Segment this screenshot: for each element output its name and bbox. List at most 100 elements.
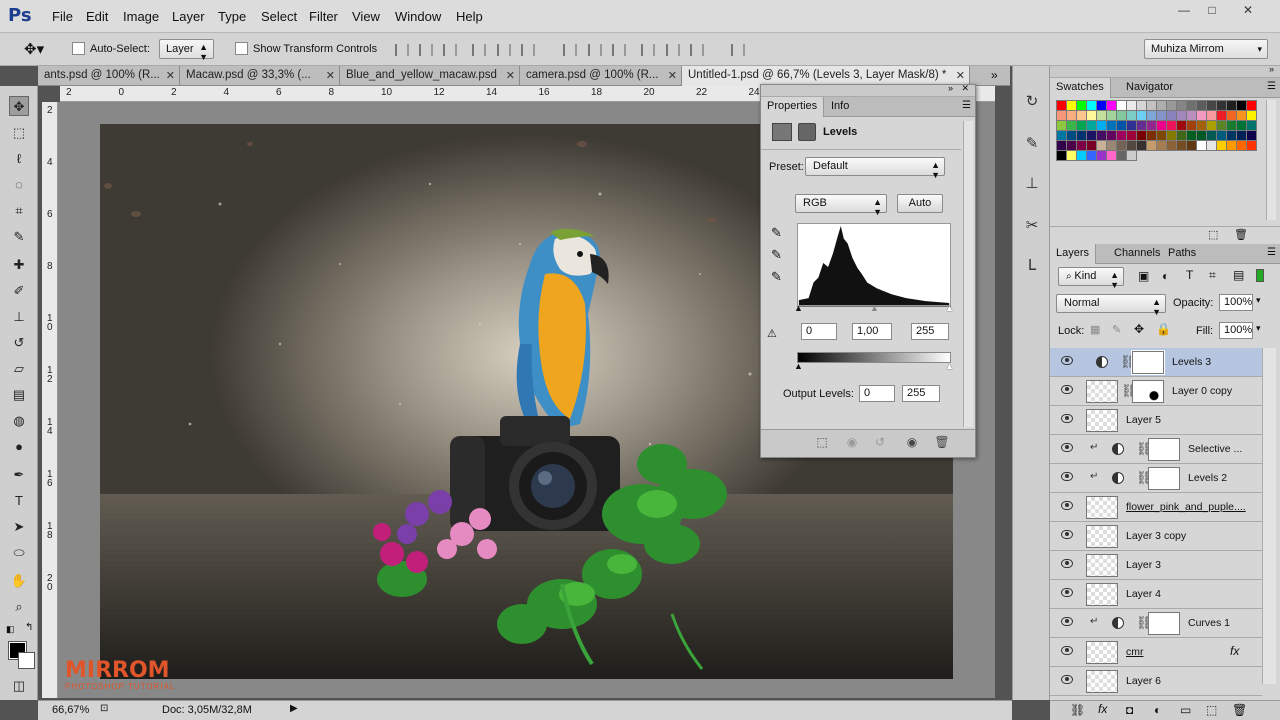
black-output-slider[interactable]: ▲ bbox=[794, 361, 803, 371]
layer-name[interactable]: Layer 0 copy bbox=[1172, 385, 1255, 397]
menu-filter[interactable]: Filter bbox=[309, 9, 338, 24]
layers-scrollbar[interactable] bbox=[1262, 348, 1276, 684]
type-tool-icon[interactable]: T bbox=[9, 491, 29, 511]
tab-properties[interactable]: Properties bbox=[761, 97, 825, 117]
visibility-eye-icon[interactable] bbox=[1061, 501, 1073, 510]
tab-macaw[interactable]: Macaw.psd @ 33,3% (... ✕ bbox=[180, 66, 340, 86]
layer-name[interactable]: Layer 3 copy bbox=[1126, 530, 1255, 542]
move-tool-preset-icon[interactable]: ✥▾ bbox=[24, 40, 44, 58]
adjustment-layer-icon[interactable] bbox=[1096, 356, 1108, 368]
filter-smart-object-icon[interactable]: ▤ bbox=[1233, 268, 1244, 282]
filter-shape-icon[interactable]: ⌗ bbox=[1209, 268, 1216, 283]
path-selection-tool-icon[interactable]: ➤ bbox=[9, 517, 29, 537]
lock-all-icon[interactable]: 🔒 bbox=[1156, 322, 1171, 336]
visibility-icon[interactable]: ◉ bbox=[903, 435, 921, 451]
link-layers-icon[interactable]: ⛓ bbox=[1070, 703, 1085, 717]
fill-arrow-icon[interactable]: ▾ bbox=[1256, 323, 1261, 334]
layer-thumbnail[interactable] bbox=[1086, 554, 1118, 577]
tabs-overflow-icon[interactable]: » bbox=[991, 68, 998, 82]
layer-row[interactable]: ⛓ Levels 3 bbox=[1050, 348, 1262, 377]
swatches-scrollbar[interactable] bbox=[1266, 100, 1276, 220]
menu-layer[interactable]: Layer bbox=[172, 9, 205, 24]
eyedropper-tool-icon[interactable]: ✎ bbox=[9, 227, 29, 247]
close-icon[interactable]: ✕ bbox=[166, 69, 175, 82]
status-info-icon[interactable]: ⊡ bbox=[100, 703, 108, 714]
tab-info[interactable]: Info bbox=[825, 97, 855, 117]
distribute-vcenter-icon[interactable] bbox=[588, 44, 602, 56]
lock-pixels-icon[interactable]: ✎ bbox=[1112, 323, 1121, 336]
background-color-swatch[interactable] bbox=[18, 652, 35, 669]
input-white-field[interactable]: 255 bbox=[911, 323, 949, 340]
layer-row[interactable]: Layer 3 copy bbox=[1050, 522, 1262, 551]
black-input-slider[interactable]: ▲ bbox=[794, 303, 803, 313]
close-icon[interactable]: ✕ bbox=[668, 69, 677, 82]
lasso-tool-icon[interactable]: ℓ bbox=[9, 149, 29, 169]
distribute-bottom-icon[interactable] bbox=[612, 44, 626, 56]
output-black-field[interactable]: 0 bbox=[859, 385, 895, 402]
layer-mask-thumbnail[interactable] bbox=[1131, 350, 1165, 375]
align-top-icon[interactable] bbox=[395, 44, 409, 56]
channel-dropdown[interactable]: RGB ▲ ▼ bbox=[795, 194, 887, 217]
clipping-warning-icon[interactable]: ⚠ bbox=[767, 327, 777, 340]
close-icon[interactable]: ✕ bbox=[506, 69, 515, 82]
panel-menu-icon[interactable]: ☰ bbox=[1267, 247, 1276, 258]
healing-brush-tool-icon[interactable]: ✚ bbox=[9, 255, 29, 275]
layer-mask-thumbnail[interactable] bbox=[1148, 467, 1180, 490]
history-brush-tool-icon[interactable]: ↺ bbox=[9, 333, 29, 353]
collapse-icon[interactable]: » bbox=[1269, 64, 1274, 74]
layer-name[interactable]: Selective ... bbox=[1188, 443, 1255, 455]
layer-name[interactable]: Layer 4 bbox=[1126, 588, 1255, 600]
layer-row[interactable]: Layer 3 bbox=[1050, 551, 1262, 580]
move-tool-icon[interactable]: ✥ bbox=[9, 96, 29, 116]
panel-header-bar[interactable]: » bbox=[1050, 64, 1280, 78]
panel-menu-icon[interactable]: ☰ bbox=[1267, 81, 1276, 92]
filter-type-icon[interactable]: T bbox=[1186, 268, 1193, 282]
layer-thumbnail[interactable] bbox=[1086, 641, 1118, 664]
distribute-hcenter-icon[interactable] bbox=[666, 44, 680, 56]
brush-panel-icon[interactable]: ✎ bbox=[1022, 134, 1042, 154]
white-output-slider[interactable]: ▲ bbox=[945, 361, 954, 371]
auto-align-icon[interactable] bbox=[731, 44, 745, 56]
layer-effects-icon[interactable]: fx bbox=[1230, 644, 1239, 658]
tab-swatches[interactable]: Swatches bbox=[1050, 78, 1111, 98]
distribute-top-icon[interactable] bbox=[563, 44, 577, 56]
reset-icon[interactable]: ↺ bbox=[871, 435, 889, 451]
close-icon[interactable]: ✕ bbox=[961, 83, 969, 94]
layer-name[interactable]: Levels 2 bbox=[1188, 472, 1255, 484]
add-mask-icon[interactable]: ◘ bbox=[1126, 703, 1133, 717]
tab-ants[interactable]: ants.psd @ 100% (R... ✕ bbox=[38, 66, 180, 86]
marquee-tool-icon[interactable]: ⬚ bbox=[9, 123, 29, 143]
visibility-eye-icon[interactable] bbox=[1061, 356, 1073, 365]
opacity-field[interactable]: 100% bbox=[1219, 294, 1253, 311]
align-left-icon[interactable] bbox=[472, 44, 486, 56]
layer-row[interactable]: cmr fx bbox=[1050, 638, 1262, 667]
layer-name[interactable]: Layer 5 bbox=[1126, 414, 1255, 426]
layer-thumbnail[interactable] bbox=[1086, 670, 1118, 693]
distribute-right-icon[interactable] bbox=[690, 44, 704, 56]
adjustment-layer-icon[interactable] bbox=[1112, 472, 1124, 484]
tab-paths[interactable]: Paths bbox=[1162, 244, 1202, 264]
layer-name[interactable]: Levels 3 bbox=[1172, 356, 1255, 368]
adjustment-layer-icon[interactable] bbox=[1112, 443, 1124, 455]
layer-name[interactable]: Layer 3 bbox=[1126, 559, 1255, 571]
restore-button[interactable]: □ bbox=[1198, 3, 1226, 19]
visibility-eye-icon[interactable] bbox=[1061, 617, 1073, 626]
swap-colors-icon[interactable]: ↰ bbox=[25, 622, 33, 633]
collapse-icon[interactable]: » bbox=[948, 83, 953, 93]
brush-tool-icon[interactable]: ✐ bbox=[9, 281, 29, 301]
align-hcenter-icon[interactable] bbox=[497, 44, 511, 56]
blend-mode-dropdown[interactable]: Normal ▲ ▼ bbox=[1056, 294, 1166, 317]
delete-layer-icon[interactable]: 🗑 bbox=[1232, 703, 1247, 717]
align-bottom-icon[interactable] bbox=[443, 44, 457, 56]
layer-row[interactable]: ↵ ⛓ Selective ... bbox=[1050, 435, 1262, 464]
layer-name[interactable]: Layer 6 bbox=[1126, 675, 1255, 687]
hand-tool-icon[interactable]: ✋ bbox=[9, 571, 29, 591]
visibility-eye-icon[interactable] bbox=[1061, 443, 1073, 452]
tab-untitled-1[interactable]: Untitled-1.psd @ 66,7% (Levels 3, Layer … bbox=[682, 66, 970, 86]
output-white-field[interactable]: 255 bbox=[902, 385, 940, 402]
workspace-dropdown[interactable]: Muhiza Mirrom ▾ bbox=[1144, 39, 1268, 59]
new-swatch-icon[interactable]: ⬚ bbox=[1208, 228, 1218, 241]
layer-row[interactable]: Layer 6 bbox=[1050, 667, 1262, 696]
menu-file[interactable]: File bbox=[52, 9, 73, 24]
visibility-eye-icon[interactable] bbox=[1061, 414, 1073, 423]
